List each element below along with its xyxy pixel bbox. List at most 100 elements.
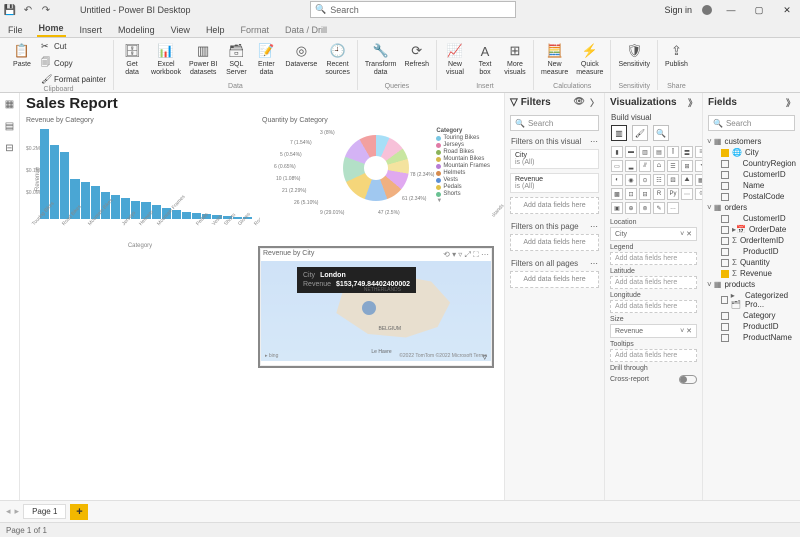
refresh-button[interactable]: ⟳Refresh [402, 40, 431, 71]
copy-button[interactable]: 🗐Copy [39, 54, 108, 72]
quick-measure-button[interactable]: ⚡Quick measure [574, 40, 605, 78]
viz-type-11[interactable]: ☰ [667, 160, 679, 172]
viz-type-8[interactable]: ▂ [625, 160, 637, 172]
viz-type-1[interactable]: ▬ [625, 146, 637, 158]
well-latitude[interactable]: Add data fields here [610, 276, 697, 289]
table-orders[interactable]: ˅ ▦orders [707, 202, 796, 213]
tab-home[interactable]: Home [37, 21, 66, 37]
table-customers[interactable]: ˅ ▦customers [707, 136, 796, 147]
viz-type-22[interactable]: ⊡ [625, 188, 637, 200]
viz-type-10[interactable]: ⩍ [653, 160, 665, 172]
filters-search[interactable]: 🔍Search [510, 115, 599, 131]
viz-type-17[interactable]: ☷ [653, 174, 665, 186]
field-Category[interactable]: Category [707, 310, 796, 321]
sensitivity-button[interactable]: 🛡Sensitivity [616, 40, 652, 71]
map-visual[interactable]: Revenue by City⟲ ▾ ▿ ⤢ ⛶ ⋯ CityLondon Re… [260, 248, 492, 366]
field-Revenue[interactable]: ΣRevenue [707, 268, 796, 279]
viz-type-18[interactable]: ⚄ [667, 174, 679, 186]
viz-type-5[interactable]: 〓 [681, 146, 693, 158]
minimize-button[interactable]: — [722, 5, 740, 15]
save-icon[interactable]: 💾 [4, 4, 16, 16]
viz-type-2[interactable]: ▥ [639, 146, 651, 158]
viz-type-24[interactable]: R [653, 188, 665, 200]
field-Categorized Pro...[interactable]: ▸🗂Categorized Pro... [707, 290, 796, 310]
prev-page-icon[interactable]: ◂ [6, 506, 11, 517]
dataverse-button[interactable]: ◎Dataverse [283, 40, 319, 71]
user-avatar-icon[interactable] [702, 5, 712, 15]
field-CustomerID[interactable]: CustomerID [707, 213, 796, 224]
filter-card-revenue[interactable]: Revenueis (All) [510, 173, 599, 193]
field-ProductName[interactable]: ProductName [707, 332, 796, 343]
next-page-icon[interactable]: ▸ [15, 506, 20, 517]
viz-type-9[interactable]: ⫻ [639, 160, 651, 172]
collapse-filters-icon[interactable]: 〉 [590, 96, 599, 109]
title-search[interactable]: 🔍 Search [310, 1, 516, 18]
eye-icon[interactable]: 👁 [574, 96, 585, 109]
cross-report-toggle[interactable] [679, 375, 697, 384]
recent-sources-button[interactable]: 🕘Recent sources [323, 40, 352, 78]
cut-button[interactable]: ✂Cut [39, 40, 108, 53]
tab-data-drill[interactable]: Data / Drill [283, 23, 329, 37]
tab-insert[interactable]: Insert [78, 23, 105, 37]
field-OrderItemID[interactable]: ΣOrderItemID [707, 235, 796, 246]
filters-visual-drop[interactable]: Add data fields here [510, 197, 599, 214]
excel-button[interactable]: 📊Excel workbook [149, 40, 183, 78]
more-icon[interactable]: ⋯ [590, 259, 598, 268]
viz-type-25[interactable]: Py [667, 188, 679, 200]
viz-type-15[interactable]: ◉ [625, 174, 637, 186]
viz-type-19[interactable]: ⛰ [681, 174, 693, 186]
filter-card-city[interactable]: Cityis (All) [510, 149, 599, 169]
field-City[interactable]: 🌐City [707, 147, 796, 158]
viz-type-7[interactable]: ▭ [611, 160, 623, 172]
more-visuals-button[interactable]: ⊞More visuals [502, 40, 528, 78]
filters-page-drop[interactable]: Add data fields here [510, 234, 599, 251]
field-CustomerID[interactable]: CustomerID [707, 169, 796, 180]
pbi-datasets-button[interactable]: ▥Power BI datasets [187, 40, 219, 78]
report-view-icon[interactable]: ▦ [3, 97, 17, 111]
page-tab-1[interactable]: Page 1 [23, 504, 66, 519]
tab-help[interactable]: Help [204, 23, 227, 37]
viz-type-16[interactable]: ⊙ [639, 174, 651, 186]
collapse-fields-icon[interactable]: 》 [786, 96, 795, 109]
table-products[interactable]: ˅ ▦products [707, 279, 796, 290]
tab-modeling[interactable]: Modeling [116, 23, 157, 37]
report-canvas[interactable]: Sales Report Revenue by Category $0.2M$0… [20, 93, 504, 500]
bar-2[interactable] [60, 152, 69, 219]
more-icon[interactable]: ⋯ [590, 137, 598, 146]
visual-header-icons[interactable]: ⟲ ▾ ▿ ⤢ ⛶ ⋯ [443, 250, 489, 260]
viz-type-4[interactable]: ⫿ [667, 146, 679, 158]
add-page-button[interactable]: + [70, 504, 88, 520]
viz-type-31[interactable]: ✎ [653, 202, 665, 214]
undo-icon[interactable]: ↶ [22, 4, 34, 16]
model-view-icon[interactable]: ⊟ [3, 141, 17, 155]
well-tooltips[interactable]: Add data fields here [610, 349, 697, 362]
field-Name[interactable]: Name [707, 180, 796, 191]
redo-icon[interactable]: ↷ [40, 4, 52, 16]
map-bubble-london[interactable] [362, 301, 376, 315]
viz-type-29[interactable]: ⊕ [625, 202, 637, 214]
new-visual-button[interactable]: 📈New visual [442, 40, 468, 78]
visual-filter-icon[interactable]: ▿ [482, 352, 487, 363]
data-view-icon[interactable]: ▤ [3, 119, 17, 133]
tab-file[interactable]: File [6, 23, 25, 37]
field-ProductID[interactable]: ProductID [707, 246, 796, 257]
bar-chart-visual[interactable]: Revenue by Category $0.2M$0.1M$0.0M Reve… [24, 116, 256, 246]
viz-type-30[interactable]: ⊚ [639, 202, 651, 214]
format-painter-button[interactable]: 🖌Format painter [39, 73, 108, 86]
maximize-button[interactable]: ▢ [750, 5, 768, 16]
viz-type-3[interactable]: ▤ [653, 146, 665, 158]
enter-data-button[interactable]: 📝Enter data [253, 40, 279, 78]
collapse-viz-icon[interactable]: 》 [688, 96, 697, 109]
viz-type-28[interactable]: ▣ [611, 202, 623, 214]
analytics-tab-icon[interactable]: 🔍 [653, 125, 669, 141]
viz-type-21[interactable]: ▩ [611, 188, 623, 200]
paste-button[interactable]: 📋Paste [9, 40, 35, 71]
sign-in-link[interactable]: Sign in [664, 5, 692, 15]
map-area[interactable]: CityLondon Revenue$153,749.84402400002 N… [261, 261, 491, 361]
close-button[interactable]: ✕ [778, 5, 796, 16]
field-ProductID[interactable]: ProductID [707, 321, 796, 332]
well-legend[interactable]: Add data fields here [610, 252, 697, 265]
viz-type-26[interactable]: ⋯ [681, 188, 693, 200]
tab-view[interactable]: View [169, 23, 192, 37]
well-location[interactable]: City˅ ✕ [610, 227, 697, 241]
